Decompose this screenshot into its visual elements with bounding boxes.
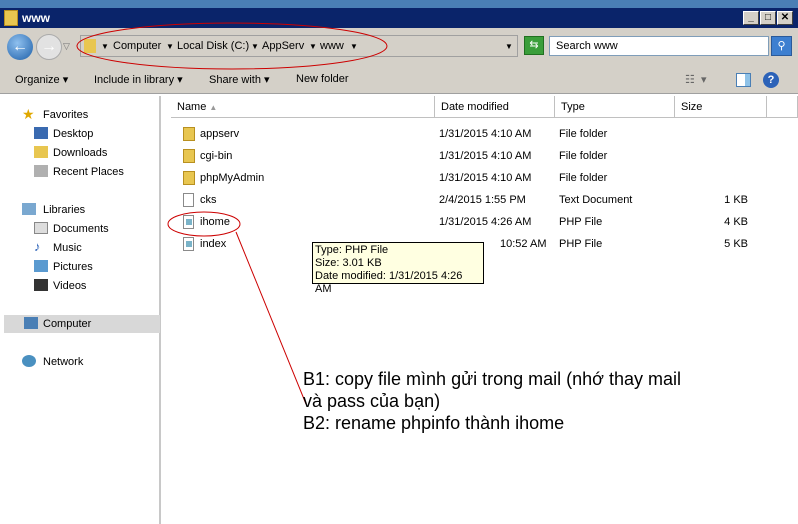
annotation-marks <box>76 22 388 405</box>
annotation-arrow-line <box>235 231 307 405</box>
note-line-3: B2: rename phpinfo thành ihome <box>303 413 565 433</box>
ihome-highlight-ellipse <box>167 211 241 237</box>
note-line-1: B1: copy file mình gửi trong mail (nhớ t… <box>303 369 682 389</box>
instruction-note: B1: copy file mình gửi trong mail (nhớ t… <box>303 368 681 434</box>
address-highlight-ellipse <box>76 22 388 70</box>
note-line-2: và pass của bạn) <box>303 391 441 411</box>
